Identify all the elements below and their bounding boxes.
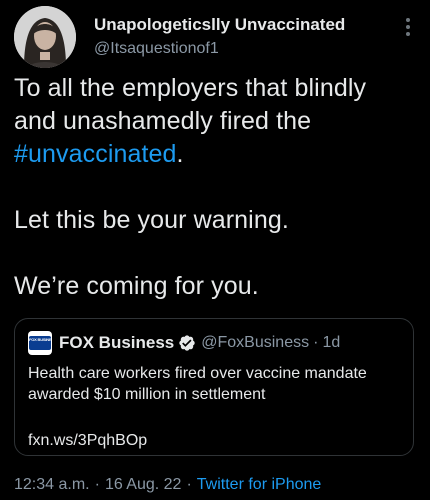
more-options-icon[interactable] [402, 16, 414, 38]
user-avatar[interactable] [14, 6, 76, 68]
quoted-timestamp[interactable]: 1d [322, 334, 340, 352]
tweet-source-link[interactable]: Twitter for iPhone [197, 476, 322, 493]
author-handle[interactable]: @Itsaquestionof1 [94, 38, 345, 60]
avatar-image [14, 6, 76, 68]
author-names: Unapologeticslly Unvaccinated @Itsaquest… [94, 14, 345, 60]
meta-separator: · [186, 476, 192, 493]
tweet-time[interactable]: 12:34 a.m. [14, 476, 90, 493]
more-dot-top [406, 18, 410, 22]
quoted-handle[interactable]: @FoxBusiness [201, 334, 309, 352]
fox-business-logo[interactable]: FOX BUSINESS [28, 331, 52, 355]
tweet-date[interactable]: 16 Aug. 22 [105, 476, 182, 493]
hashtag-link[interactable]: #unvaccinated [14, 140, 177, 168]
tweet-text-paragraph-2: Let this be your warning. [14, 206, 289, 234]
tweet-metadata: 12:34 a.m. · 16 Aug. 22 · Twitter for iPhone [14, 475, 321, 495]
quoted-tweet-header: FOX BUSINESS FOX Business @FoxBusiness ·… [28, 331, 340, 355]
tweet-text: To all the employers that blindly and un… [14, 72, 414, 303]
more-dot-bottom [406, 32, 410, 36]
tweet-text-paragraph-3: We’re coming for you. [14, 272, 259, 300]
hashtag-suffix: . [176, 140, 184, 168]
quoted-display-name[interactable]: FOX Business [59, 333, 174, 353]
meta-separator: · [94, 476, 100, 493]
quoted-tweet-text: Health care workers fired over vaccine m… [28, 365, 367, 403]
more-dot-middle [406, 25, 410, 29]
tweet: Unapologeticslly Unvaccinated @Itsaquest… [0, 0, 430, 500]
tweet-text-paragraph-1: To all the employers that blindly and un… [14, 72, 414, 171]
verified-badge-icon [179, 335, 195, 351]
quoted-tweet-link[interactable]: fxn.ws/3PqhBOp [28, 431, 147, 451]
tweet-text-line-1: To all the employers that blindly and un… [14, 74, 367, 135]
author-display-name[interactable]: Unapologeticslly Unvaccinated [94, 14, 345, 36]
fox-business-logo-text: FOX BUSINESS [29, 336, 52, 350]
tweet-header: Unapologeticslly Unvaccinated @Itsaquest… [14, 6, 418, 68]
quoted-separator: · [313, 334, 319, 351]
quoted-tweet-card[interactable]: FOX BUSINESS FOX Business @FoxBusiness ·… [14, 318, 414, 456]
